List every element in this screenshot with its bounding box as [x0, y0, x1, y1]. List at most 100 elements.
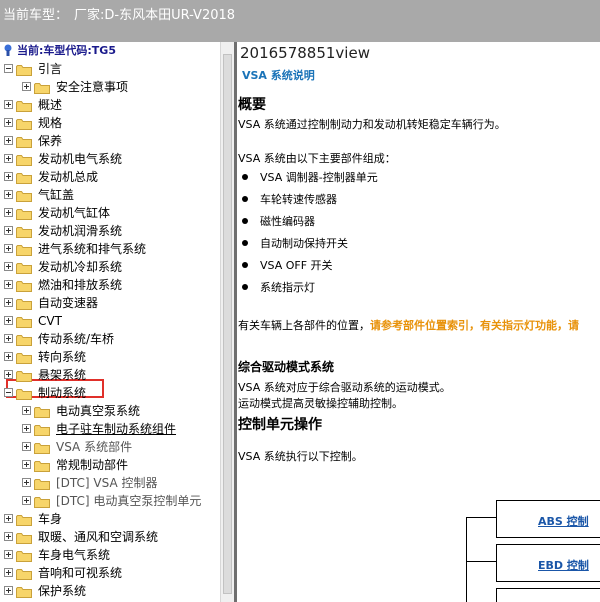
tree-item-label: 保养 — [38, 134, 63, 148]
expand-icon[interactable] — [4, 226, 13, 235]
expand-icon[interactable] — [4, 298, 13, 307]
folder-icon — [16, 243, 32, 256]
expand-icon[interactable] — [4, 370, 13, 379]
tree-item-label: 概述 — [38, 98, 63, 112]
tree-item-label: 取暖、通风和空调系统 — [38, 530, 159, 544]
expand-icon[interactable] — [22, 406, 31, 415]
folder-icon — [16, 189, 32, 202]
document-id: 2016578851view — [240, 44, 370, 62]
drive-mode-text-2: 运动模式提高灵敏操控辅助控制。 — [238, 397, 403, 410]
expand-icon[interactable] — [4, 244, 13, 253]
expand-icon[interactable] — [4, 334, 13, 343]
folder-icon — [16, 63, 32, 76]
location-text: 有关车辆上各部件的位置， — [238, 319, 370, 332]
expand-icon[interactable] — [4, 208, 13, 217]
component-name: VSA 调制器-控制器单元 — [260, 171, 378, 184]
folder-icon — [16, 315, 32, 328]
folder-icon — [16, 567, 32, 580]
expand-icon[interactable] — [4, 280, 13, 289]
tree-item-label: 保护系统 — [38, 584, 87, 598]
component-list-item: 磁性编码器 — [238, 213, 315, 229]
expand-icon[interactable] — [4, 262, 13, 271]
expand-icon[interactable] — [22, 82, 31, 91]
tree-item-label: 发动机总成 — [38, 170, 99, 184]
drive-mode-heading: 综合驱动模式系统 — [238, 360, 335, 374]
folder-icon — [16, 513, 32, 526]
tree-item-label: 气缸盖 — [38, 188, 75, 202]
pane-splitter[interactable] — [234, 42, 237, 602]
folder-icon — [34, 495, 50, 508]
tree-item-label: 进气系统和排气系统 — [38, 242, 147, 256]
navigation-tree[interactable]: 当前:车型代码:TG5 引言 安全注意事项 概述 规格 保养 发动机电气系统 发动机总成 气缸… — [0, 42, 220, 602]
tree-root[interactable]: 当前:车型代码:TG5 — [2, 43, 116, 59]
tree-item-label: 发动机电气系统 — [38, 152, 123, 166]
tree-scrollbar-thumb[interactable] — [223, 54, 232, 594]
expand-icon[interactable] — [4, 514, 13, 523]
tree-item-label: 发动机气缸体 — [38, 206, 111, 220]
component-name: 车轮转速传感器 — [260, 193, 337, 206]
tree-item-label: 音响和可视系统 — [38, 566, 123, 580]
folder-icon — [16, 531, 32, 544]
folder-icon — [16, 261, 32, 274]
component-list-item: 自动制动保持开关 — [238, 235, 348, 251]
location-link[interactable]: 请参考部件位置索引，有关指示灯功能，请 — [370, 319, 579, 332]
expand-icon[interactable] — [22, 460, 31, 469]
tree-item-label: VSA 系统部件 — [56, 440, 133, 454]
expand-icon[interactable] — [4, 352, 13, 361]
tree-item-label: CVT — [38, 314, 62, 328]
tree-item-label: 燃油和排放系统 — [38, 278, 123, 292]
tree-item-label: 车身电气系统 — [38, 548, 111, 562]
diagram-box-next — [496, 588, 600, 602]
folder-icon — [16, 333, 32, 346]
tree-item-label: 车身 — [38, 512, 63, 526]
folder-icon — [16, 153, 32, 166]
folder-icon — [16, 279, 32, 292]
bullet-icon — [242, 174, 248, 180]
folder-icon — [34, 81, 50, 94]
location-paragraph: 有关车辆上各部件的位置，请参考部件位置索引，有关指示灯功能，请 — [238, 317, 579, 333]
expand-icon[interactable] — [4, 100, 13, 109]
drive-mode-text-1: VSA 系统对应于综合驱动系统的运动模式。 — [238, 381, 451, 394]
expand-icon[interactable] — [22, 496, 31, 505]
expand-icon[interactable] — [4, 136, 13, 145]
tree-item-label: 发动机冷却系统 — [38, 260, 123, 274]
tree-item-label: 转向系统 — [38, 350, 87, 364]
expand-icon[interactable] — [4, 190, 13, 199]
expand-icon[interactable] — [4, 550, 13, 559]
tree-item-label: 悬架系统 — [38, 368, 87, 382]
bullet-icon — [242, 240, 248, 246]
folder-icon — [16, 297, 32, 310]
component-list-item: 车轮转速传感器 — [238, 191, 337, 207]
expand-icon[interactable] — [22, 478, 31, 487]
expand-icon[interactable] — [22, 424, 31, 433]
folder-icon — [16, 387, 32, 400]
abs-control-link[interactable]: ABS 控制 — [538, 513, 589, 529]
tree-scrollbar[interactable] — [220, 42, 234, 602]
expand-icon[interactable] — [22, 442, 31, 451]
folder-icon — [16, 171, 32, 184]
expand-icon[interactable] — [4, 316, 13, 325]
bullet-icon — [242, 284, 248, 290]
expand-icon[interactable] — [4, 118, 13, 127]
control-text: VSA 系统执行以下控制。 — [238, 450, 363, 463]
expand-icon[interactable] — [4, 172, 13, 181]
bullet-icon — [242, 218, 248, 224]
expand-icon[interactable] — [4, 532, 13, 541]
vehicle-model-icon — [4, 44, 12, 56]
ebd-control-link[interactable]: EBD 控制 — [538, 557, 589, 573]
expand-icon[interactable] — [4, 586, 13, 595]
expand-icon[interactable] — [4, 154, 13, 163]
folder-icon — [16, 351, 32, 364]
tree-item-label: [DTC] 电动真空泵控制单元 — [56, 494, 202, 508]
component-list-item: 系统指示灯 — [238, 279, 315, 295]
collapse-icon[interactable] — [4, 388, 13, 397]
tree-item-label: 常规制动部件 — [56, 458, 129, 472]
document-subtitle: VSA 系统说明 — [242, 69, 315, 82]
expand-icon[interactable] — [4, 568, 13, 577]
component-list-item: VSA 调制器-控制器单元 — [238, 169, 378, 185]
folder-icon — [34, 423, 50, 436]
folder-icon — [34, 459, 50, 472]
folder-icon — [16, 549, 32, 562]
collapse-icon[interactable] — [4, 64, 13, 73]
folder-icon — [34, 405, 50, 418]
